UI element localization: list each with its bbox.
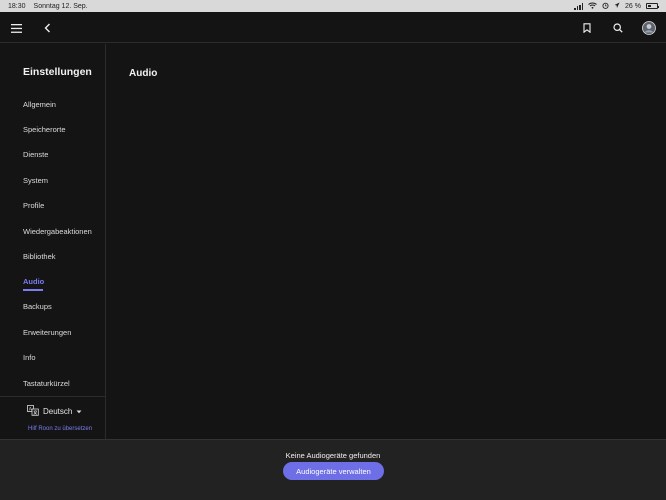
- bookmark-icon[interactable]: [578, 19, 596, 37]
- cellular-signal-icon: [574, 3, 584, 10]
- top-bar: [0, 12, 666, 43]
- sidebar-item-system[interactable]: System: [23, 175, 103, 187]
- avatar[interactable]: [640, 19, 658, 37]
- sidebar-item-profile[interactable]: Profile: [23, 200, 103, 212]
- sidebar-item-wiedergabeaktionen[interactable]: Wiedergabeaktionen: [23, 226, 103, 238]
- translate-icon: A: [27, 405, 39, 418]
- status-indicators: 26 %: [574, 2, 659, 11]
- translate-link[interactable]: Hilf Roon zu übersetzen: [28, 426, 92, 432]
- sidebar-item-tastaturkuerzel[interactable]: Tastaturkürzel: [23, 378, 103, 390]
- status-bar: 18:30 Sonntag 12. Sep. 26 %: [0, 0, 666, 12]
- active-item-underline: [23, 289, 43, 291]
- sidebar-divider: [0, 396, 106, 397]
- search-icon[interactable]: [609, 19, 627, 37]
- language-selector[interactable]: A Deutsch: [27, 405, 82, 418]
- audio-devices-bar: Keine Audiogeräte gefunden Audiogeräte v…: [0, 439, 666, 500]
- sidebar-title: Einstellungen: [23, 66, 92, 78]
- sidebar-item-allgemein[interactable]: Allgemein: [23, 99, 103, 111]
- sidebar-item-speicherorte[interactable]: Speicherorte: [23, 124, 103, 136]
- menu-icon[interactable]: [7, 19, 25, 37]
- sidebar-item-audio[interactable]: Audio: [23, 276, 103, 288]
- manage-audio-devices-button[interactable]: Audiogeräte verwalten: [283, 462, 384, 480]
- alarm-icon: [602, 2, 609, 11]
- sidebar-item-info[interactable]: Info: [23, 352, 103, 364]
- sidebar-item-bibliothek[interactable]: Bibliothek: [23, 251, 103, 263]
- battery-icon: [646, 3, 659, 9]
- back-icon[interactable]: [38, 19, 56, 37]
- language-label: Deutsch: [43, 407, 73, 416]
- wifi-icon: [588, 2, 597, 11]
- sidebar-item-erweiterungen[interactable]: Erweiterungen: [23, 327, 103, 339]
- settings-sidebar: Einstellungen Allgemein Speicherorte Die…: [0, 44, 106, 439]
- no-devices-message: Keine Audiogeräte gefunden: [285, 451, 381, 460]
- location-icon: [614, 2, 620, 11]
- status-time: 18:30: [8, 2, 26, 10]
- page-title: Audio: [129, 68, 158, 79]
- sidebar-item-backups[interactable]: Backups: [23, 301, 103, 313]
- status-date: Sonntag 12. Sep.: [33, 2, 88, 10]
- battery-percent: 26 %: [625, 2, 641, 10]
- chevron-down-icon: [76, 407, 82, 416]
- sidebar-item-dienste[interactable]: Dienste: [23, 149, 103, 161]
